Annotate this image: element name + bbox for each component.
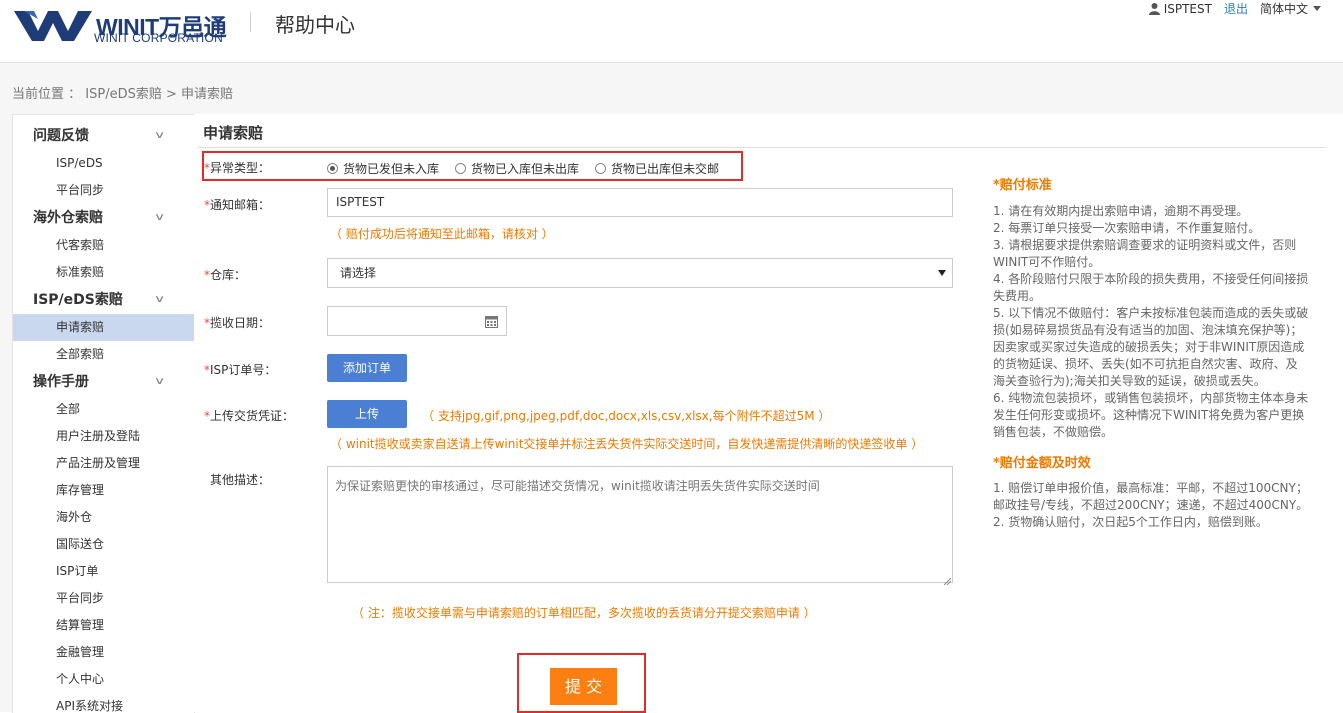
sidebar-group-isp-claim[interactable]: ISP/eDS索赔 ∨ <box>13 286 194 314</box>
info-line: 因卖家或买家过失造成的破损丢失；对于非WINIT原因造成 <box>993 340 1305 354</box>
sidebar-item-api[interactable]: API系统对接 <box>13 693 194 713</box>
sidebar-group-label: 海外仓索赔 <box>33 210 103 226</box>
sidebar-item-isp-order[interactable]: ISP订单 <box>13 558 194 585</box>
pickup-date-label: *揽收日期： <box>204 316 271 330</box>
radio-icon <box>327 163 338 174</box>
info-line: 1. 赔偿订单申报价值，最高标准：平邮，不超过100CNY； <box>993 481 1308 495</box>
caret-down-icon <box>1313 6 1321 11</box>
caret-down-icon <box>938 270 946 276</box>
sidebar-group-manual[interactable]: 操作手册 ∨ <box>13 368 194 396</box>
sidebar-group-overseas-claim[interactable]: 海外仓索赔 ∨ <box>13 204 194 232</box>
sidebar-group-label: 问题反馈 <box>33 128 89 144</box>
warehouse-select[interactable]: 请选择 <box>327 258 953 288</box>
other-description-textarea[interactable] <box>327 466 953 583</box>
logo-subtitle: WINIT CORPORATION <box>94 31 223 45</box>
sidebar-item-settlement[interactable]: 结算管理 <box>13 612 194 639</box>
compensation-amount-title: *赔付金额及时效 <box>993 456 1091 471</box>
info-line: 4. 各阶段赔付只限于本阶段的损失费用，不接受任何间接损 <box>993 272 1309 286</box>
sidebar-item-product-register[interactable]: 产品注册及管理 <box>13 450 194 477</box>
chevron-down-icon: ∨ <box>153 130 166 141</box>
sidebar-group-feedback[interactable]: 问题反馈 ∨ <box>13 122 194 150</box>
resize-handle-icon[interactable] <box>943 574 952 586</box>
user-icon <box>1148 2 1160 15</box>
upload-label: *上传交货凭证： <box>204 409 295 423</box>
calendar-icon[interactable] <box>485 315 498 328</box>
divider <box>198 147 1326 148</box>
compensation-standard-title: *赔付标准 <box>993 178 1052 193</box>
breadcrumb: 当前位置 ： ISP/eDS索赔 > 申请索赔 <box>12 87 233 102</box>
info-line: 6. 纯物流包装损坏，或销售包装损坏，内部货物主体本身未 <box>993 391 1309 405</box>
sidebar-item-register-login[interactable]: 用户注册及登陆 <box>13 423 194 450</box>
radio-label: 货物已入库但未出库 <box>471 162 580 176</box>
radio-label: 货物已出库但未交邮 <box>611 162 720 176</box>
form-title: 申请索赔 <box>203 124 264 142</box>
info-line: 损(如易碎易损货品有没有适当的加固、泡沫填充保护等)； <box>993 323 1303 337</box>
sidebar: 问题反馈 ∨ ISP/eDS 平台同步 海外仓索赔 ∨ 代客索赔 标准索赔 ISP/… <box>12 114 195 713</box>
upload-format-note: （ 支持jpg,gif,png,jpeg,pdf,doc,docx,xls,cs… <box>422 409 831 423</box>
radio-inbound-not-outbound[interactable]: 货物已入库但未出库 <box>455 160 579 177</box>
other-description-label: 其他描述： <box>210 473 271 487</box>
sidebar-item-standard-claim[interactable]: 标准索赔 <box>13 259 194 286</box>
sidebar-item-isp-eds[interactable]: ISP/eDS <box>13 150 194 177</box>
logout-link[interactable]: 退出 <box>1224 0 1248 17</box>
info-line: 2. 货物确认赔付，次日起5个工作日内，赔偿到账。 <box>993 515 1268 529</box>
info-line: 销售包装，不做赔偿。 <box>993 425 1114 439</box>
submit-button[interactable]: 提 交 <box>550 668 617 705</box>
info-line: 1. 请在有效期内提出索赔申请，逾期不再受理。 <box>993 204 1249 218</box>
sidebar-item-inventory[interactable]: 库存管理 <box>13 477 194 504</box>
sidebar-item-all-claims[interactable]: 全部索赔 <box>13 341 194 368</box>
info-line: 发生任何形变或损坏。这种情况下WINIT将免费为客户更换 <box>993 408 1305 422</box>
sidebar-item-platform-sync[interactable]: 平台同步 <box>13 177 194 204</box>
user-area: ISPTEST 退出 简体中文 <box>1148 0 1321 17</box>
sidebar-item-finance[interactable]: 金融管理 <box>13 639 194 666</box>
header-divider <box>250 12 251 32</box>
radio-outbound-not-delivered[interactable]: 货物已出库但未交邮 <box>595 160 719 177</box>
add-order-button[interactable]: 添加订单 <box>327 354 407 382</box>
sidebar-item-platform-sync-2[interactable]: 平台同步 <box>13 585 194 612</box>
info-line: 5. 以下情况不做赔付：客户未按标准包装而造成的丢失或破 <box>993 306 1309 320</box>
chevron-down-icon: ∨ <box>153 294 166 305</box>
sidebar-group-label: ISP/eDS索赔 <box>33 292 123 308</box>
email-note: （ 赔付成功后将通知至此邮箱，请核对 ） <box>330 227 554 241</box>
radio-icon <box>455 163 466 174</box>
upload-requirement-note: （ winit揽收或卖家自送请上传winit交接单并标注丢失货件实际交送时间，自… <box>330 437 924 451</box>
sidebar-item-personal-center[interactable]: 个人中心 <box>13 666 194 693</box>
sidebar-group-label: 操作手册 <box>33 374 89 390</box>
info-line: 2. 每票订单只接受一次索赔申请，不作重复赔付。 <box>993 221 1261 235</box>
sidebar-item-agent-claim[interactable]: 代客索赔 <box>13 232 194 259</box>
warehouse-select-value: 请选择 <box>340 266 377 280</box>
compensation-amount-list: 1. 赔偿订单申报价值，最高标准：平邮，不超过100CNY； 邮政挂号/专线，不… <box>993 480 1323 531</box>
info-line: 的货物延误、损坏、丢失(如不可抗拒自然灾害、政府、及 <box>993 357 1298 371</box>
sidebar-item-intl-delivery[interactable]: 国际送仓 <box>13 531 194 558</box>
winit-logo-icon <box>14 11 92 41</box>
radio-label: 货物已发但未入库 <box>343 162 440 176</box>
exception-type-label: *异常类型： <box>204 161 271 175</box>
info-line: WINIT可不作赔付。 <box>993 255 1101 269</box>
email-field[interactable]: ISPTEST <box>327 188 953 217</box>
info-line: 邮政挂号/专线，不超过200CNY；速递，不超过400CNY。 <box>993 498 1309 512</box>
sidebar-item-apply-claim[interactable]: 申请索赔 <box>13 314 194 341</box>
username: ISPTEST <box>1163 1 1212 16</box>
page-title: 帮助中心 <box>275 13 355 37</box>
email-label: *通知邮箱： <box>204 198 271 212</box>
info-line: 3. 请根据要求提供索赔调查要求的证明资料或文件，否则 <box>993 238 1297 252</box>
warehouse-label: *仓库： <box>204 268 247 282</box>
chevron-down-icon: ∨ <box>153 376 166 387</box>
language-label: 简体中文 <box>1259 2 1308 16</box>
radio-shipped-not-inbound[interactable]: 货物已发但未入库 <box>327 160 439 177</box>
radio-icon <box>595 163 606 174</box>
pickup-date-field[interactable] <box>327 306 507 336</box>
language-select[interactable]: 简体中文 <box>1260 0 1321 17</box>
footnote: （ 注：揽收交接单需与申请索赔的订单相匹配，多次揽收的丢货请分开提交索赔申请 ） <box>352 606 816 620</box>
sidebar-item-overseas-warehouse[interactable]: 海外仓 <box>13 504 194 531</box>
upload-button[interactable]: 上传 <box>327 400 407 428</box>
compensation-standard-list: 1. 请在有效期内提出索赔申请，逾期不再受理。 2. 每票订单只接受一次索赔申请… <box>993 203 1323 441</box>
sidebar-item-all[interactable]: 全部 <box>13 396 194 423</box>
isp-order-label: *ISP订单号： <box>204 363 277 377</box>
info-line: 失费用。 <box>993 289 1042 303</box>
user-menu[interactable]: ISPTEST <box>1148 1 1212 16</box>
info-line: 海关查验行为);海关扣关导致的延误，破损或丢失。 <box>993 374 1266 388</box>
chevron-down-icon: ∨ <box>153 212 166 223</box>
